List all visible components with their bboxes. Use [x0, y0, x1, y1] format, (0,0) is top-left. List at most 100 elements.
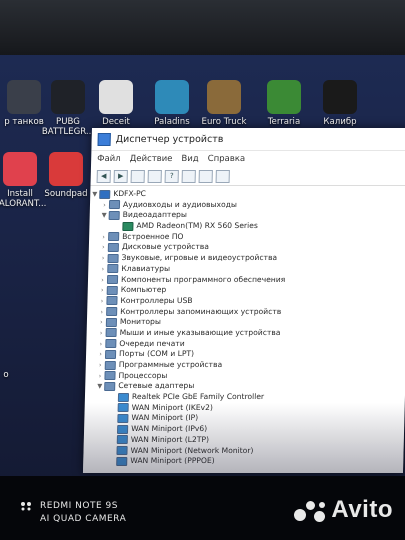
device-icon	[107, 242, 119, 252]
menu-bar: Файл Действие Вид Справка	[91, 151, 405, 167]
device-icon	[122, 221, 134, 231]
device-icon	[104, 360, 116, 370]
device-icon	[108, 200, 121, 210]
device-icon	[104, 381, 116, 391]
watermark-camera: AI QUAD CAMERA	[40, 514, 127, 524]
device-category[interactable]: › Мыши и иные указывающие устройства	[86, 328, 405, 339]
device-category[interactable]: › Порты (COM и LPT)	[86, 349, 405, 360]
device-category[interactable]: › Аудиовходы и аудиовыходы	[90, 200, 405, 211]
collapse-arrow-icon[interactable]: ▼	[95, 381, 104, 392]
desktop-partial-text: о	[3, 370, 9, 380]
avito-logo: Avito	[294, 496, 393, 524]
device-icon	[107, 264, 119, 274]
device-category[interactable]: › Компьютер	[88, 285, 405, 296]
help-icon[interactable]: ?	[164, 169, 179, 183]
expand-arrow-icon[interactable]: ›	[99, 242, 108, 253]
view-icon[interactable]	[181, 169, 196, 183]
back-icon[interactable]: ◀	[96, 169, 111, 183]
tree-root[interactable]: ▼ KDFX-PC	[90, 189, 405, 200]
device-label: Дисковые устройства	[121, 242, 210, 252]
device-label: Встроенное ПО	[122, 231, 184, 241]
device-category[interactable]: › Программные устройства	[86, 360, 405, 371]
device-category[interactable]: ▼ Видеоадаптеры	[90, 210, 405, 221]
device-category[interactable]: › Встроенное ПО	[89, 232, 405, 243]
device-label: Очереди печати	[119, 338, 185, 348]
device-category[interactable]: › Звуковые, игровые и видеоустройства	[88, 253, 405, 264]
device-label: Сетевые адаптеры	[118, 381, 195, 391]
toolbar: ◀ ▶ ?	[90, 167, 405, 186]
device-icon	[105, 328, 117, 338]
collapse-arrow-icon[interactable]: ▼	[90, 189, 99, 200]
device-category[interactable]: › Мониторы	[87, 317, 405, 328]
scan-hardware-icon[interactable]	[215, 169, 230, 183]
device-label: Программные устройства	[118, 360, 223, 369]
app-icon	[323, 80, 357, 114]
device-manager-window[interactable]: Диспетчер устройств Файл Действие Вид Сп…	[82, 128, 405, 473]
collapse-arrow-icon[interactable]: ▼	[100, 210, 109, 221]
device-label: Процессоры	[118, 370, 168, 380]
update-driver-icon[interactable]	[147, 169, 162, 183]
computer-icon	[99, 189, 111, 199]
device-label: Мыши и иные указывающие устройства	[119, 327, 281, 337]
app-icon	[207, 80, 241, 114]
device-label: AMD Radeon(TM) RX 560 Series	[136, 221, 258, 231]
device-category[interactable]: › Процессоры	[85, 371, 405, 382]
device-manager-icon	[97, 132, 111, 146]
device-label: Аудиовходы и аудиовыходы	[122, 199, 238, 209]
app-icon	[99, 80, 133, 114]
device-label: Компьютер	[120, 285, 167, 295]
device-category[interactable]: ▼ Сетевые адаптеры	[85, 381, 405, 392]
app-icon	[49, 152, 83, 186]
camera-watermark: REDMI NOTE 9S AI QUAD CAMERA	[20, 500, 126, 526]
expand-arrow-icon[interactable]: ›	[98, 285, 107, 296]
desktop-icon[interactable]: Euro Truck	[190, 80, 258, 127]
device-category[interactable]: › Контроллеры запоминающих устройств	[87, 307, 405, 318]
expand-arrow-icon[interactable]: ›	[97, 307, 106, 318]
desktop-icon-label: Калибр	[323, 117, 357, 127]
device-icon	[106, 296, 118, 306]
desktop-icon[interactable]: Калибр	[306, 80, 374, 127]
device-category[interactable]: › Дисковые устройства	[89, 242, 405, 253]
properties-icon[interactable]	[130, 169, 145, 183]
expand-arrow-icon[interactable]: ›	[95, 371, 104, 382]
title-bar[interactable]: Диспетчер устройств	[91, 128, 405, 151]
desktop-icon-label: Euro Truck	[201, 117, 247, 127]
menu-file[interactable]: Файл	[97, 154, 121, 164]
device-category[interactable]: › Контроллеры USB	[87, 296, 405, 307]
device-category[interactable]: › Компоненты программного обеспечения	[88, 275, 405, 286]
device-icon	[108, 210, 120, 220]
menu-view[interactable]: Вид	[181, 154, 198, 164]
menu-action[interactable]: Действие	[130, 154, 173, 164]
app-icon	[267, 80, 301, 114]
device-icon	[104, 371, 116, 381]
expand-arrow-icon[interactable]: ›	[99, 232, 108, 243]
expand-arrow-icon[interactable]: ›	[96, 328, 105, 339]
device-icon	[105, 317, 118, 327]
expand-arrow-icon[interactable]: ›	[96, 349, 105, 360]
monitor-icon[interactable]	[198, 169, 213, 183]
device-category[interactable]: › Клавиатуры	[88, 264, 405, 275]
avito-text: Avito	[331, 496, 393, 523]
app-icon	[155, 80, 189, 114]
expand-arrow-icon[interactable]: ›	[98, 275, 107, 286]
device-item[interactable]: Realtek PCIe GbE Family Controller	[85, 392, 405, 403]
device-icon	[107, 253, 119, 263]
device-icon	[105, 339, 117, 349]
device-label: Realtek PCIe GbE Family Controller	[131, 392, 265, 402]
device-icon	[117, 392, 130, 402]
app-icon	[51, 80, 85, 114]
forward-icon[interactable]: ▶	[113, 169, 128, 183]
device-label: Компоненты программного обеспечения	[120, 274, 286, 284]
device-label: Мониторы	[119, 317, 162, 327]
expand-arrow-icon[interactable]: ›	[98, 264, 107, 275]
expand-arrow-icon[interactable]: ›	[96, 339, 105, 350]
expand-arrow-icon[interactable]: ›	[97, 296, 106, 307]
expand-arrow-icon[interactable]: ›	[96, 360, 105, 371]
expand-arrow-icon[interactable]: ›	[100, 200, 109, 211]
expand-arrow-icon[interactable]: ›	[98, 253, 107, 264]
menu-help[interactable]: Справка	[208, 154, 246, 164]
device-category[interactable]: › Очереди печати	[86, 339, 405, 350]
device-label: Контроллеры запоминающих устройств	[120, 306, 282, 316]
device-item[interactable]: AMD Radeon(TM) RX 560 Series	[89, 221, 405, 232]
expand-arrow-icon[interactable]: ›	[97, 317, 106, 328]
